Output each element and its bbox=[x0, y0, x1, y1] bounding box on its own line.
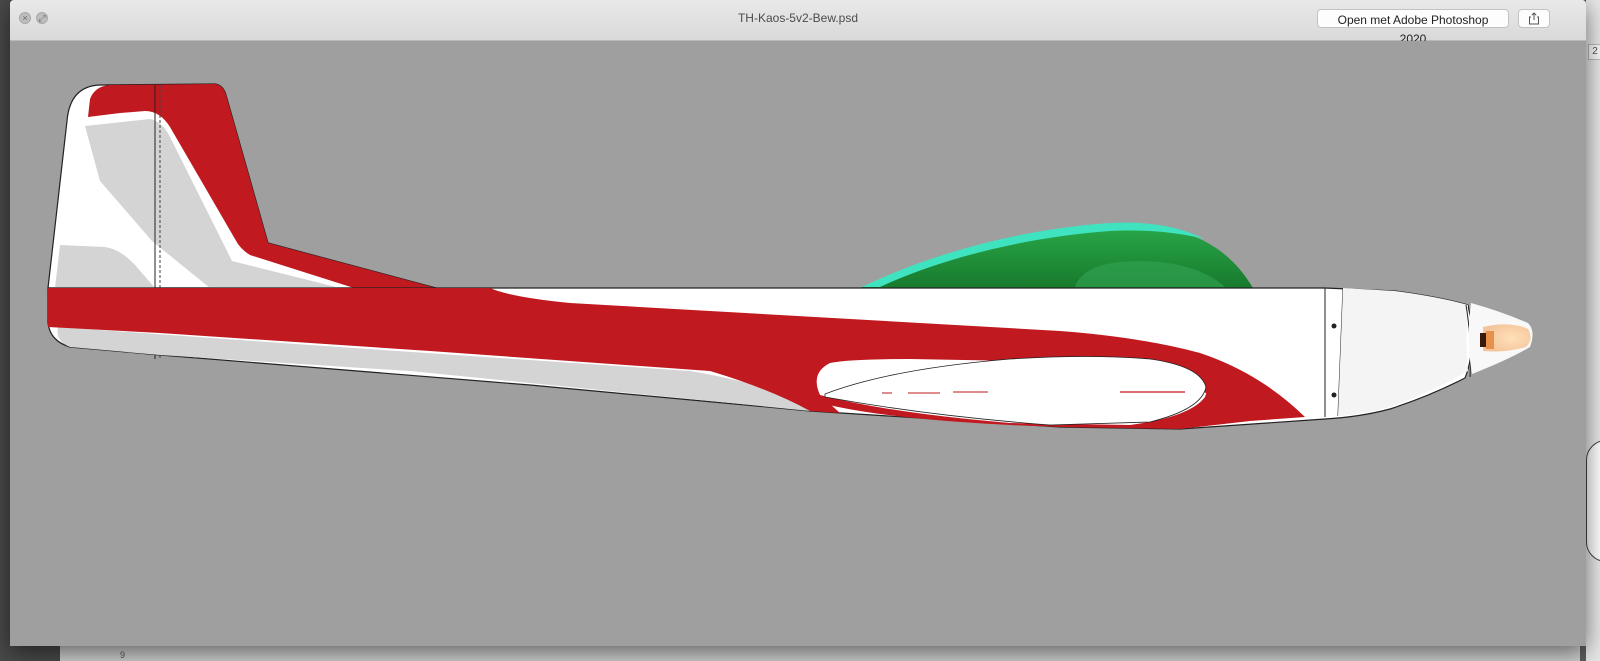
canopy bbox=[860, 222, 1253, 288]
image-preview bbox=[10, 41, 1586, 646]
background-badge: 2 bbox=[1588, 44, 1600, 60]
quick-look-window: × ⤢ TH-Kaos-5v2-Bew.psd Open met Adobe P… bbox=[10, 0, 1586, 646]
share-icon bbox=[1529, 12, 1539, 25]
open-with-app-button[interactable]: Open met Adobe Photoshop 2020 bbox=[1317, 9, 1509, 46]
share-button[interactable] bbox=[1518, 9, 1550, 28]
background-app-panel bbox=[1586, 0, 1600, 661]
glider-drawing bbox=[47, 83, 1533, 430]
background-page-label: 9 bbox=[120, 650, 126, 660]
background-status-strip bbox=[60, 646, 1580, 661]
background-shape bbox=[1586, 440, 1600, 562]
spinner bbox=[1468, 303, 1533, 374]
title-bar: × ⤢ TH-Kaos-5v2-Bew.psd Open met Adobe P… bbox=[10, 0, 1586, 46]
fuselage bbox=[47, 287, 1474, 430]
